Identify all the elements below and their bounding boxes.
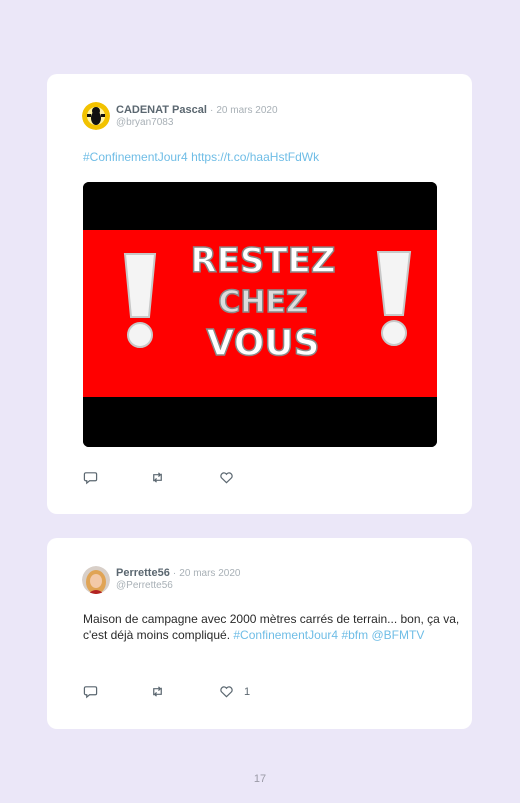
retweet-button[interactable] xyxy=(150,470,165,485)
tweet-image[interactable]: RESTEZ CHEZ VOUS xyxy=(83,182,437,447)
avatar[interactable] xyxy=(82,566,110,594)
author-handle[interactable]: @bryan7083 xyxy=(116,117,173,128)
retweet-icon xyxy=(153,686,162,697)
like-icon xyxy=(220,472,233,484)
separator: · xyxy=(172,568,177,579)
tweet-text: Maison de campagne avec 2000 mètres carr… xyxy=(83,611,463,643)
tweet-links[interactable]: #ConfinementJour4 https://t.co/haaHstFdW… xyxy=(83,150,319,164)
reply-button[interactable] xyxy=(83,684,98,699)
author-line: CADENAT Pascal · 20 mars 2020 xyxy=(116,104,278,116)
reply-icon xyxy=(83,686,98,699)
tweet-text: #ConfinementJour4 https://t.co/haaHstFdW… xyxy=(83,149,463,165)
reply-button[interactable] xyxy=(83,470,98,485)
hashtag-link[interactable]: #ConfinementJour4 xyxy=(233,628,338,642)
separator: · xyxy=(209,105,214,116)
author-name[interactable]: CADENAT Pascal xyxy=(116,104,207,116)
mention-link[interactable]: @BFMTV xyxy=(371,628,424,642)
author-handle[interactable]: @Perrette56 xyxy=(116,580,173,591)
exclamation-right xyxy=(376,251,412,346)
like-button[interactable]: 1 xyxy=(219,684,250,699)
tweet-card: Perrette56 · 20 mars 2020 @Perrette56 Ma… xyxy=(47,538,472,729)
tweet-date[interactable]: 20 mars 2020 xyxy=(216,105,277,116)
like-count: 1 xyxy=(244,685,251,698)
tweet-card: CADENAT Pascal · 20 mars 2020 @bryan7083… xyxy=(47,74,472,514)
banner-line-3: VOUS xyxy=(207,323,320,364)
avatar[interactable] xyxy=(82,102,110,130)
retweet-icon xyxy=(153,472,162,483)
exclamation-left xyxy=(123,253,157,348)
tweet-date[interactable]: 20 mars 2020 xyxy=(179,568,240,579)
reply-icon xyxy=(83,472,98,485)
author-line: Perrette56 · 20 mars 2020 xyxy=(116,567,240,579)
banner-line-2: CHEZ xyxy=(218,285,307,320)
banner-line-1: RESTEZ xyxy=(191,241,336,281)
like-icon xyxy=(220,686,233,698)
author-name[interactable]: Perrette56 xyxy=(116,567,170,579)
page-number: 17 xyxy=(253,773,267,785)
like-button[interactable] xyxy=(219,470,244,485)
retweet-button[interactable] xyxy=(150,684,165,699)
hashtag-link[interactable]: #bfm xyxy=(341,628,368,642)
